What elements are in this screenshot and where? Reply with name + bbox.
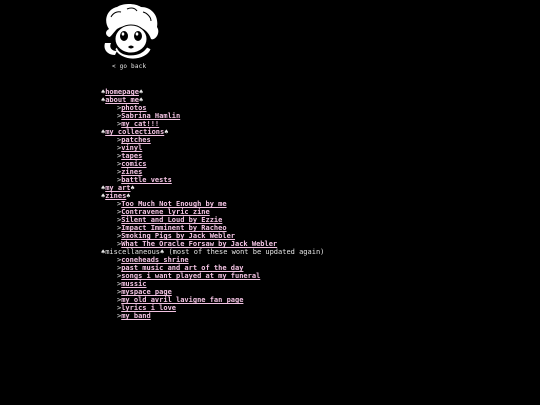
- misc-link[interactable]: mussic: [121, 280, 146, 288]
- about-me-link[interactable]: about me: [105, 96, 139, 104]
- misc-link[interactable]: coneheads shrine: [121, 256, 188, 264]
- collection-item: >patches: [101, 136, 324, 144]
- misc-item: >songs i want played at my funeral: [101, 272, 324, 280]
- nav-homepage: ♠homepage♠: [101, 88, 324, 96]
- collection-link[interactable]: patches: [121, 136, 151, 144]
- collection-item: >zines: [101, 168, 324, 176]
- misc-item: >coneheads shrine: [101, 256, 324, 264]
- zine-link[interactable]: Impact Imminent by Racheo: [121, 224, 226, 232]
- collection-link[interactable]: zines: [121, 168, 142, 176]
- zine-item: >What The Oracle Forsaw by Jack Webler: [101, 240, 324, 248]
- spade-icon: ♠: [138, 88, 144, 96]
- about-submenu: >photos >Sabrina Hamlin >my cat!!!: [101, 104, 324, 128]
- collection-item: >comics: [101, 160, 324, 168]
- go-back-link[interactable]: < go back: [112, 63, 146, 70]
- misc-heading: miscellaneous: [105, 248, 161, 256]
- misc-link[interactable]: my old avril lavigne fan page: [121, 296, 243, 304]
- spade-icon: ♠: [164, 128, 169, 136]
- collection-link[interactable]: comics: [121, 160, 146, 168]
- about-link[interactable]: photos: [121, 104, 146, 112]
- nav-collections: ♠my collections♠: [101, 128, 324, 136]
- collections-link[interactable]: my collections: [105, 128, 164, 136]
- misc-link[interactable]: songs i want played at my funeral: [121, 272, 260, 280]
- spade-icon: ♠: [138, 96, 144, 104]
- nav-zines: ♠zines♠: [101, 192, 324, 200]
- misc-item: >past music and art of the day: [101, 264, 324, 272]
- zine-link[interactable]: Smoking Pigs by Jack Webler: [121, 232, 235, 240]
- nav-about: ♠about me♠: [101, 96, 324, 104]
- misc-note: (most of these wont be updated again): [164, 248, 325, 256]
- nav-misc: ♠miscellaneous♠ (most of these wont be u…: [101, 248, 324, 256]
- misc-link[interactable]: myspace page: [121, 288, 172, 296]
- about-link[interactable]: my cat!!!: [121, 120, 159, 128]
- zine-item: >Silent and Loud by Ezzie: [101, 216, 324, 224]
- zine-item: >Too Much Not Enough by me: [101, 200, 324, 208]
- misc-link[interactable]: my band: [121, 312, 151, 320]
- collection-item: >vinyl: [101, 144, 324, 152]
- collection-item: >tapes: [101, 152, 324, 160]
- misc-item: >myspace page: [101, 288, 324, 296]
- misc-item: >lyrics i love: [101, 304, 324, 312]
- misc-item: >mussic: [101, 280, 324, 288]
- zine-link[interactable]: Too Much Not Enough by me: [121, 200, 226, 208]
- collections-submenu: >patches >vinyl >tapes >comics >zines >battle…: [101, 136, 324, 184]
- zines-submenu: >Too Much Not Enough by me >Contravene ly…: [101, 200, 324, 248]
- zine-link[interactable]: Silent and Loud by Ezzie: [121, 216, 222, 224]
- about-item: >Sabrina Hamlin: [101, 112, 324, 120]
- misc-submenu: >coneheads shrine >past music and art of …: [101, 256, 324, 320]
- spade-icon: ♠: [130, 184, 135, 192]
- nav-art: ♠my art♠: [101, 184, 324, 192]
- collection-link[interactable]: tapes: [121, 152, 142, 160]
- misc-link[interactable]: lyrics i love: [121, 304, 176, 312]
- homepage-link[interactable]: homepage: [105, 88, 139, 96]
- zine-link[interactable]: Contravene lyric zine: [121, 208, 210, 216]
- collection-link[interactable]: vinyl: [121, 144, 142, 152]
- zines-link[interactable]: zines: [105, 192, 126, 200]
- betty-boop-avatar: [104, 4, 159, 60]
- misc-item: >my band: [101, 312, 324, 320]
- about-link[interactable]: Sabrina Hamlin: [121, 112, 180, 120]
- zine-item: >Smoking Pigs by Jack Webler: [101, 232, 324, 240]
- misc-link[interactable]: past music and art of the day: [121, 264, 243, 272]
- zine-item: >Contravene lyric zine: [101, 208, 324, 216]
- collection-link[interactable]: battle vests: [121, 176, 172, 184]
- zine-link[interactable]: What The Oracle Forsaw by Jack Webler: [121, 240, 277, 248]
- misc-item: >my old avril lavigne fan page: [101, 296, 324, 304]
- collection-item: >battle vests: [101, 176, 324, 184]
- about-item: >photos: [101, 104, 324, 112]
- site-navigation: ♠homepage♠ ♠about me♠ >photos >Sabrina Ha…: [101, 88, 324, 320]
- my-art-link[interactable]: my art: [105, 184, 130, 192]
- about-item: >my cat!!!: [101, 120, 324, 128]
- zine-item: >Impact Imminent by Racheo: [101, 224, 324, 232]
- spade-icon: ♠: [126, 192, 131, 200]
